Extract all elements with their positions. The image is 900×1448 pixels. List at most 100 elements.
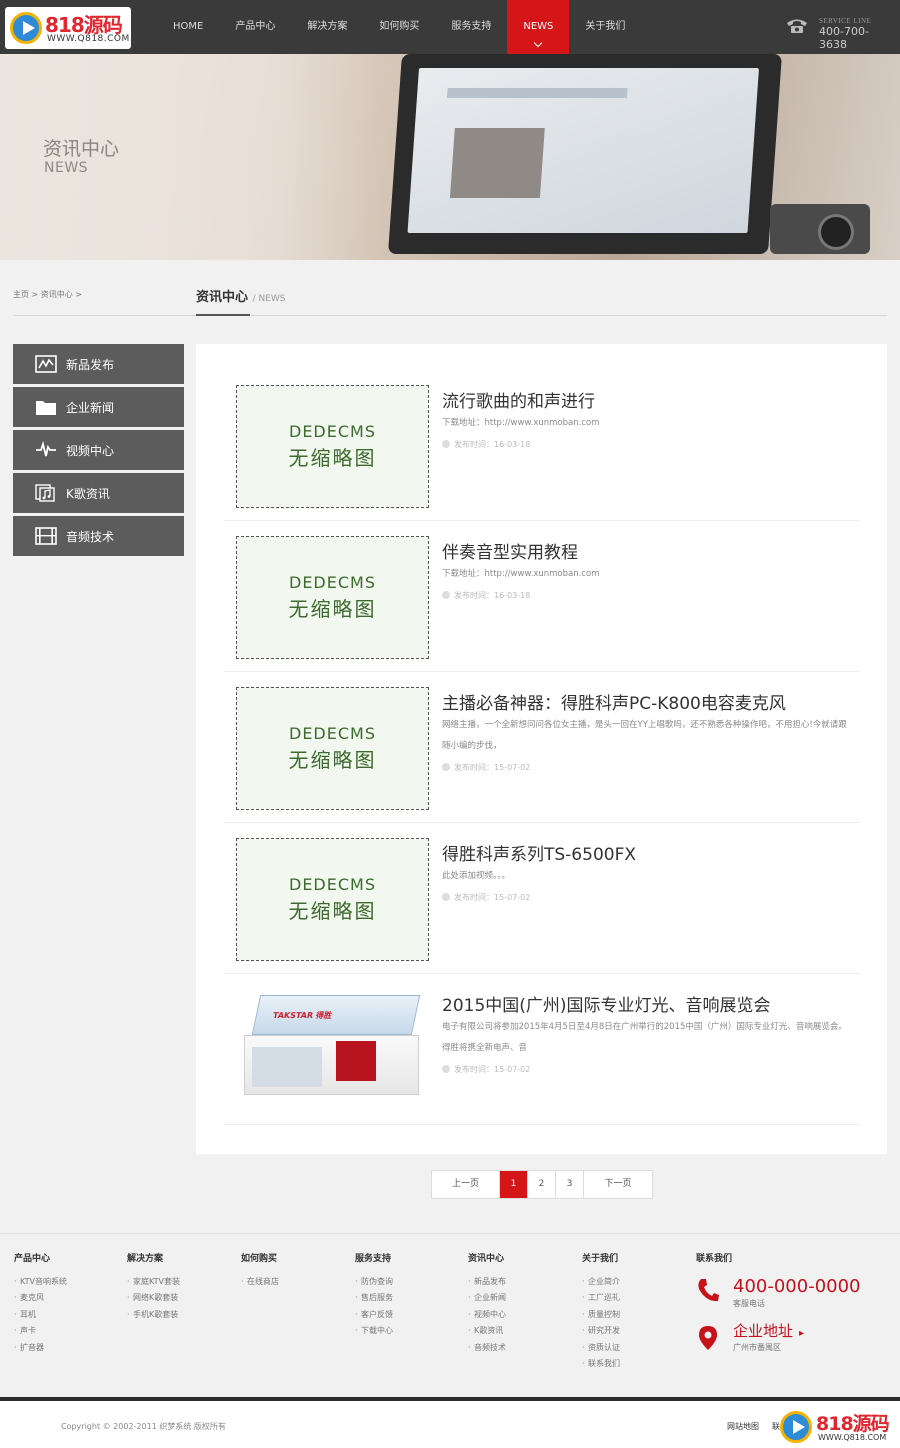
news-list: DEDECMS 无缩略图 流行歌曲的和声进行 下载地址：http://www.x… — [196, 344, 887, 1154]
list-item[interactable]: DEDECMS 无缩略图 流行歌曲的和声进行 下载地址：http://www.x… — [224, 371, 860, 521]
next-page-button[interactable]: 下一页 — [584, 1171, 652, 1198]
footer-link[interactable]: 声卡 — [14, 1323, 67, 1340]
site-logo[interactable]: 818源码 WWW.Q818.COM — [5, 7, 131, 49]
article-desc: 网络主播，一个全新想问问各位女主播，是头一回在YY上唱歌吗，还不熟悉各种操作吧，… — [442, 720, 847, 751]
contact-address[interactable]: 企业地址 ▸ — [733, 1320, 804, 1341]
prev-page-button[interactable]: 上一页 — [432, 1171, 500, 1198]
footer-link[interactable]: 工厂巡礼 — [582, 1290, 620, 1307]
footer-link[interactable]: 研究开发 — [582, 1323, 620, 1340]
footer-col-title: 如何购买 — [241, 1254, 278, 1264]
article-date: 发布时间：15-07-02 — [442, 1064, 530, 1075]
footer-link[interactable]: 联 — [772, 1421, 780, 1432]
page-1-button[interactable]: 1 — [500, 1171, 528, 1198]
footer-link[interactable]: 下载中心 — [355, 1323, 393, 1340]
footer-link[interactable]: 视频中心 — [468, 1307, 506, 1324]
telephone-icon — [787, 19, 807, 33]
placeholder-line2: 无缩略图 — [288, 446, 377, 470]
sidebar-item-karaoke[interactable]: K歌资讯 — [13, 473, 184, 513]
clock-icon — [442, 1065, 450, 1073]
sidebar-item-new-products[interactable]: 新品发布 — [13, 344, 184, 384]
article-desc: 下载地址：http://www.xunmoban.com — [442, 569, 600, 579]
footer-col-title: 解决方案 — [127, 1254, 164, 1264]
nav-news[interactable]: NEWS — [507, 0, 570, 54]
page-3-button[interactable]: 3 — [556, 1171, 584, 1198]
article-title[interactable]: 伴奏音型实用教程 — [442, 538, 578, 563]
thumbnail-placeholder[interactable]: DEDECMS 无缩略图 — [236, 687, 429, 810]
contact-phone-label: 客服电话 — [733, 1299, 765, 1308]
arrow-right-icon: ▸ — [799, 1328, 805, 1339]
nav-about[interactable]: 关于我们 — [569, 0, 641, 54]
footer-link[interactable]: K歌资讯 — [468, 1323, 506, 1340]
sidebar-item-label: 企业新闻 — [66, 400, 115, 415]
nav-products[interactable]: 产品中心 — [219, 0, 291, 54]
footer-col-title: 关于我们 — [582, 1254, 619, 1264]
thumbnail-placeholder[interactable]: DEDECMS 无缩略图 — [236, 385, 429, 508]
footer-link[interactable]: KTV音响系统 — [14, 1274, 67, 1291]
placeholder-line1: DEDECMS — [289, 573, 376, 592]
nav-how-to-buy[interactable]: 如何购买 — [363, 0, 435, 54]
placeholder-line2: 无缩略图 — [288, 899, 377, 923]
breadcrumb[interactable]: 主页 > 资讯中心 > — [13, 289, 82, 300]
footer-link[interactable]: 在线商店 — [241, 1274, 279, 1291]
article-date-text: 发布时间：15-07-02 — [454, 893, 531, 902]
music-icon — [35, 484, 55, 502]
sidebar-item-video[interactable]: 视频中心 — [13, 430, 184, 470]
page-2-button[interactable]: 2 — [528, 1171, 556, 1198]
footer-link[interactable]: 质量控制 — [582, 1307, 620, 1324]
article-title[interactable]: 2015中国(广州)国际专业灯光、音响展览会 — [442, 991, 771, 1016]
sitemap-link[interactable]: 网站地图 — [727, 1421, 759, 1432]
list-item[interactable]: TAKSTAR 得胜 2015中国(广州)国际专业灯光、音响展览会 电子有限公司… — [224, 975, 860, 1125]
section-title: 资讯中心 / NEWS — [196, 286, 285, 305]
footer-link[interactable]: 麦克风 — [14, 1290, 67, 1307]
list-item[interactable]: DEDECMS 无缩略图 伴奏音型实用教程 下载地址：http://www.xu… — [224, 522, 860, 672]
footer-link[interactable]: 企业新闻 — [468, 1290, 506, 1307]
article-title[interactable]: 流行歌曲的和声进行 — [442, 387, 595, 412]
article-date-text: 发布时间：15-07-02 — [454, 1065, 531, 1074]
footer-link[interactable]: 联系我们 — [582, 1356, 620, 1373]
footer-link[interactable]: 售后服务 — [355, 1290, 393, 1307]
phone-handset-icon — [698, 1279, 719, 1302]
play-logo-icon — [10, 12, 42, 44]
clock-icon — [442, 440, 450, 448]
footer-link[interactable]: 扩音器 — [14, 1340, 67, 1357]
contact-phone[interactable]: 400-000-0000 — [733, 1276, 861, 1297]
list-item[interactable]: DEDECMS 无缩略图 主播必备神器：得胜科声PC-K800电容麦克风 网络主… — [224, 673, 860, 823]
site-header: 818源码 WWW.Q818.COM HOME 产品中心 解决方案 如何购买 服… — [0, 0, 900, 54]
sidebar-item-company-news[interactable]: 企业新闻 — [13, 387, 184, 427]
footer-link[interactable]: 家庭KTV套装 — [127, 1274, 180, 1291]
footer-link[interactable]: 防伪查询 — [355, 1274, 393, 1291]
article-title[interactable]: 主播必备神器：得胜科声PC-K800电容麦克风 — [442, 689, 786, 714]
footer-col-solutions: 解决方案 家庭KTV套装 网络K歌套装 手机K歌套装 — [127, 1251, 180, 1324]
footer-link[interactable]: 耳机 — [14, 1307, 67, 1324]
placeholder-line1: DEDECMS — [289, 724, 376, 743]
watermark-logo: 818源码 WWW.Q818.COM — [780, 1409, 898, 1447]
nav-news-label: NEWS — [523, 21, 554, 32]
footer-link[interactable]: 新品发布 — [468, 1274, 506, 1291]
footer-col-title: 产品中心 — [14, 1254, 51, 1264]
thumbnail-placeholder[interactable]: DEDECMS 无缩略图 — [236, 536, 429, 659]
list-item[interactable]: DEDECMS 无缩略图 得胜科声系列TS-6500FX 此处添加视频。。。 发… — [224, 824, 860, 974]
divider — [13, 315, 887, 316]
footer-link[interactable]: 手机K歌套装 — [127, 1307, 180, 1324]
nav-solutions[interactable]: 解决方案 — [291, 0, 363, 54]
nav-home[interactable]: HOME — [157, 0, 219, 54]
banner-subtitle: NEWS — [44, 160, 89, 176]
footer-link[interactable]: 资质认证 — [582, 1340, 620, 1357]
sidebar-item-audio-tech[interactable]: 音频技术 — [13, 516, 184, 556]
thumbnail-placeholder[interactable]: DEDECMS 无缩略图 — [236, 838, 429, 961]
nav-support[interactable]: 服务支持 — [435, 0, 507, 54]
placeholder-line2: 无缩略图 — [288, 597, 377, 621]
footer-link[interactable]: 音频技术 — [468, 1340, 506, 1357]
pulse-icon — [36, 441, 56, 457]
footer-link[interactable]: 网络K歌套装 — [127, 1290, 180, 1307]
section-title-cn: 资讯中心 — [196, 290, 249, 305]
footer-col-products: 产品中心 KTV音响系统 麦克风 耳机 声卡 扩音器 — [14, 1251, 67, 1356]
article-title[interactable]: 得胜科声系列TS-6500FX — [442, 840, 636, 865]
footer-link[interactable]: 客户反馈 — [355, 1307, 393, 1324]
section-title-en: / NEWS — [252, 294, 286, 304]
footer-link[interactable]: 企业简介 — [582, 1274, 620, 1291]
contact-address-detail: 广州市番禺区 — [733, 1343, 781, 1352]
exhibition-booth-image[interactable]: TAKSTAR 得胜 — [236, 989, 429, 1112]
chevron-down-icon — [534, 38, 543, 48]
hero-banner: 资讯中心 NEWS — [0, 54, 900, 260]
